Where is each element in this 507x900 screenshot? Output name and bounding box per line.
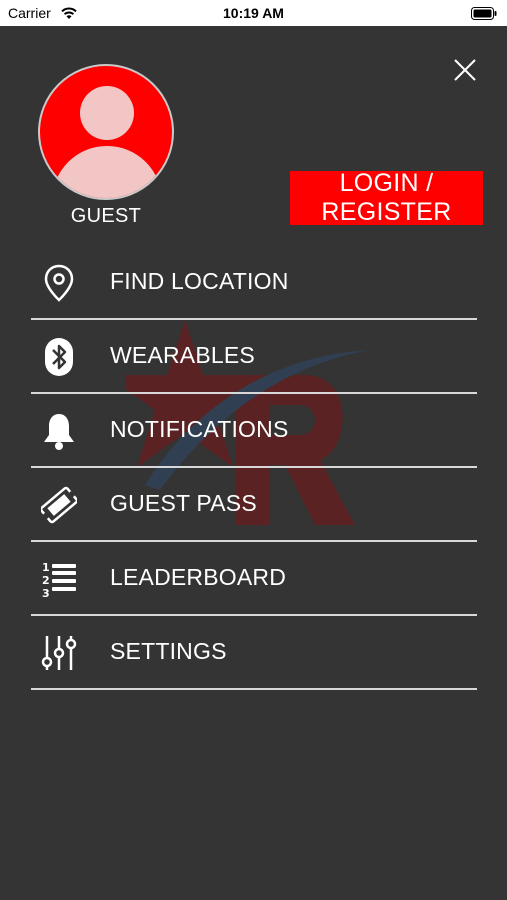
menu-item-settings[interactable]: SETTINGS — [31, 616, 477, 690]
bell-icon — [44, 414, 74, 450]
menu-item-label: SETTINGS — [110, 638, 227, 664]
side-menu: FIND LOCATION WEARABLES NOTIFICATIONS GU… — [31, 246, 477, 690]
menu-item-find-location[interactable]: FIND LOCATION — [31, 246, 477, 320]
menu-item-wearables[interactable]: WEARABLES — [31, 320, 477, 394]
bluetooth-icon — [45, 338, 73, 376]
avatar-head-shape — [80, 86, 134, 140]
menu-item-notifications[interactable]: NOTIFICATIONS — [31, 394, 477, 468]
avatar-body-shape — [52, 146, 162, 198]
avatar[interactable] — [38, 64, 174, 200]
battery-icon — [471, 7, 497, 20]
menu-item-label: GUEST PASS — [110, 490, 257, 516]
svg-text:2: 2 — [42, 574, 50, 587]
login-register-button[interactable]: LOGIN / REGISTER — [290, 169, 483, 226]
menu-item-leaderboard[interactable]: 1 2 3 LEADERBOARD — [31, 542, 477, 616]
ticket-icon — [41, 486, 77, 524]
menu-item-label: NOTIFICATIONS — [110, 416, 289, 442]
svg-text:3: 3 — [42, 587, 50, 599]
profile-name: GUEST — [70, 205, 142, 227]
status-bar: Carrier 10:19 AM — [0, 0, 507, 26]
menu-item-label: WEARABLES — [110, 342, 255, 368]
close-icon[interactable] — [450, 55, 480, 85]
menu-item-guest-pass[interactable]: GUEST PASS — [31, 468, 477, 542]
menu-item-label: FIND LOCATION — [110, 268, 289, 294]
menu-item-label: LEADERBOARD — [110, 564, 287, 590]
status-time: 10:19 AM — [223, 5, 284, 21]
sliders-icon — [41, 636, 77, 670]
numbered-list-icon: 1 2 3 — [42, 561, 76, 599]
svg-text:1: 1 — [42, 561, 50, 574]
location-pin-icon — [44, 264, 74, 302]
